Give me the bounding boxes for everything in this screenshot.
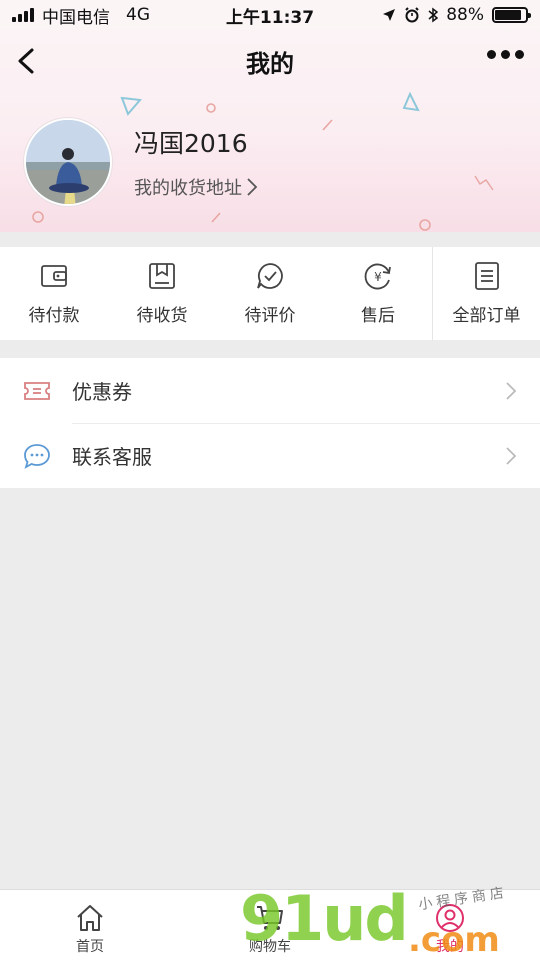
more-options-icon[interactable] <box>487 50 524 59</box>
carrier-name: 中国电信 <box>42 7 110 28</box>
alarm-icon <box>405 7 419 23</box>
order-label: 待评价 <box>244 306 296 326</box>
profile-icon <box>436 904 464 932</box>
bluetooth-icon <box>428 7 439 23</box>
status-bar: 中国电信 4G 上午11:37 88% <box>0 0 540 30</box>
chevron-right-icon <box>506 446 517 465</box>
battery-percent: 88% <box>446 5 484 25</box>
order-pending-payment[interactable]: 待付款 <box>0 247 108 340</box>
order-pending-review[interactable]: 待评价 <box>216 247 324 340</box>
order-status-bar: 待付款 待收货 待评价 ¥ 售后 全部订单 <box>0 247 540 340</box>
wallet-icon <box>41 265 67 287</box>
menu-item-coupons[interactable]: 优惠券 <box>0 358 540 423</box>
tab-label: 我的 <box>436 939 464 955</box>
tab-home[interactable]: 首页 <box>0 890 180 960</box>
review-icon <box>257 263 283 289</box>
avatar[interactable] <box>24 118 112 206</box>
address-link[interactable]: 我的收货地址 <box>134 174 258 200</box>
menu-item-customer-service[interactable]: 联系客服 <box>0 423 540 488</box>
order-all[interactable]: 全部订单 <box>432 247 540 340</box>
navigation-bar: 我的 <box>0 38 540 84</box>
tab-cart[interactable]: 购物车 <box>180 890 360 960</box>
tab-label: 首页 <box>76 939 104 955</box>
menu-item-label: 优惠券 <box>72 380 132 404</box>
tab-profile[interactable]: 我的 <box>360 890 540 960</box>
package-icon <box>149 263 175 289</box>
user-name: 冯国2016 <box>134 129 248 158</box>
after-sales-icon: ¥ <box>364 263 391 290</box>
order-label: 待付款 <box>28 306 80 326</box>
page-title: 我的 <box>246 49 294 78</box>
order-pending-receipt[interactable]: 待收货 <box>108 247 216 340</box>
chat-icon <box>24 443 50 469</box>
coupon-icon <box>24 381 50 400</box>
status-time: 上午11:37 <box>225 7 315 28</box>
cart-icon <box>257 906 283 930</box>
back-icon[interactable] <box>12 44 44 78</box>
bottom-tab-bar: 首页 购物车 我的 <box>0 889 540 960</box>
profile-header: 我的 冯国2016 我的收货地址 <box>0 0 540 232</box>
signal-icon <box>12 8 34 22</box>
user-profile: 冯国2016 我的收货地址 <box>24 118 258 206</box>
order-label: 待收货 <box>136 306 188 326</box>
chevron-right-icon <box>506 381 517 400</box>
battery-icon <box>492 7 531 23</box>
order-after-sales[interactable]: ¥ 售后 <box>324 247 432 340</box>
menu-item-label: 联系客服 <box>72 445 152 469</box>
menu-list: 优惠券 联系客服 <box>0 358 540 488</box>
svg-text:¥: ¥ <box>374 270 382 284</box>
home-icon <box>77 905 103 931</box>
order-list-icon <box>474 262 499 290</box>
network-type: 4G <box>126 5 150 25</box>
tab-label: 购物车 <box>249 939 291 955</box>
chevron-right-icon <box>247 178 258 196</box>
order-label: 售后 <box>361 306 395 326</box>
order-label: 全部订单 <box>452 306 521 326</box>
location-icon <box>383 9 396 21</box>
address-link-label: 我的收货地址 <box>134 178 242 199</box>
